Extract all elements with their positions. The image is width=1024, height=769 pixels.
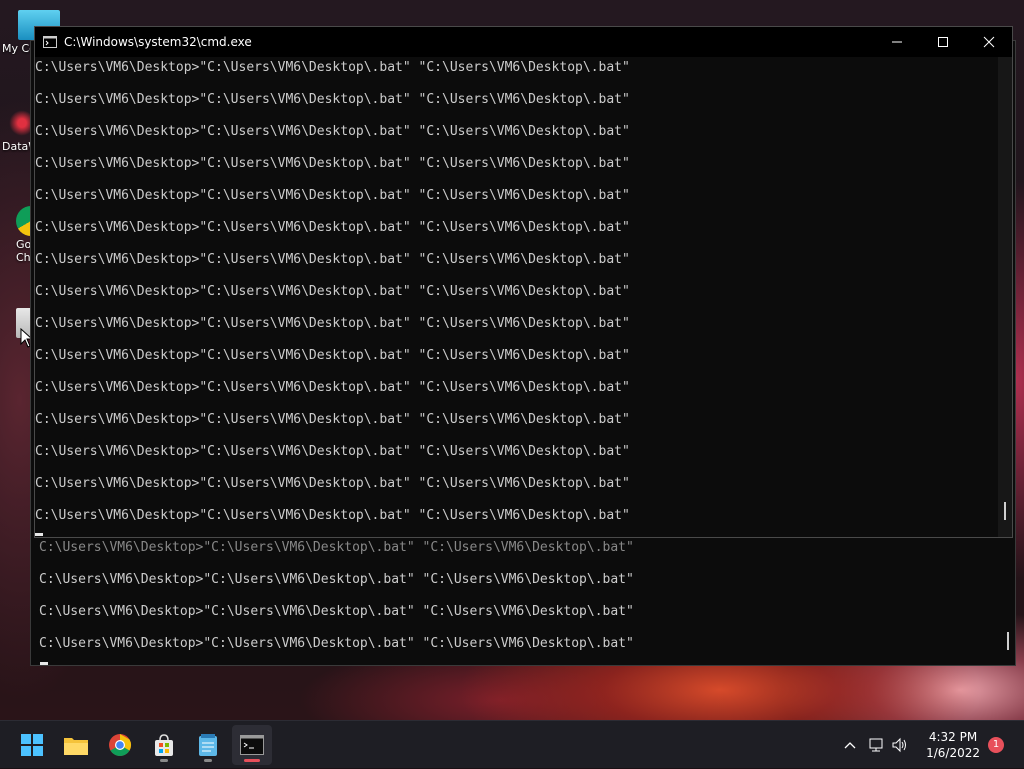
- console-line: C:\Users\VM6\Desktop>"C:\Users\VM6\Deskt…: [39, 540, 634, 555]
- console-line: C:\Users\VM6\Desktop>"C:\Users\VM6\Deskt…: [35, 60, 630, 75]
- taskbar-notepad[interactable]: [188, 725, 228, 765]
- close-icon: [983, 36, 995, 48]
- network-button[interactable]: [866, 735, 886, 755]
- store-icon: [155, 734, 173, 756]
- minimize-icon: [892, 41, 902, 43]
- window-title: C:\Windows\system32\cmd.exe: [64, 35, 252, 49]
- console-line: C:\Users\VM6\Desktop>"C:\Users\VM6\Deskt…: [39, 636, 634, 651]
- console-line: C:\Users\VM6\Desktop>"C:\Users\VM6\Deskt…: [35, 284, 630, 299]
- console-line: C:\Users\VM6\Desktop>"C:\Users\VM6\Deskt…: [35, 124, 630, 139]
- taskbar-store[interactable]: [144, 725, 184, 765]
- text-cursor: [35, 533, 43, 536]
- taskbar-chrome[interactable]: [100, 725, 140, 765]
- notepad-icon: [199, 734, 217, 756]
- notification-badge[interactable]: 1: [988, 737, 1004, 753]
- console-line: C:\Users\VM6\Desktop>"C:\Users\VM6\Deskt…: [35, 316, 630, 331]
- console-line: C:\Users\VM6\Desktop>"C:\Users\VM6\Deskt…: [35, 476, 630, 491]
- close-button[interactable]: [966, 27, 1012, 57]
- active-indicator: [244, 759, 260, 762]
- speaker-icon: [892, 737, 906, 753]
- vertical-scrollbar[interactable]: [998, 57, 1012, 537]
- title-bar[interactable]: C:\Windows\system32\cmd.exe: [35, 27, 1012, 57]
- cmd-icon: [240, 735, 264, 755]
- taskbar-cmd[interactable]: [232, 725, 272, 765]
- console-line: C:\Users\VM6\Desktop>"C:\Users\VM6\Deskt…: [39, 572, 634, 587]
- volume-button[interactable]: [890, 735, 910, 755]
- maximize-button[interactable]: [920, 27, 966, 57]
- minimize-button[interactable]: [874, 27, 920, 57]
- console-line: C:\Users\VM6\Desktop>"C:\Users\VM6\Deskt…: [35, 508, 630, 523]
- running-indicator: [204, 759, 212, 762]
- console-line: C:\Users\VM6\Desktop>"C:\Users\VM6\Deskt…: [35, 188, 630, 203]
- background-scrollbar-thumb[interactable]: [1007, 632, 1009, 650]
- console-line: C:\Users\VM6\Desktop>"C:\Users\VM6\Deskt…: [35, 444, 630, 459]
- clock[interactable]: 4:32 PM 1/6/2022: [926, 729, 980, 761]
- clock-time: 4:32 PM: [928, 730, 978, 744]
- background-console-output: C:\Users\VM6\Desktop>"C:\Users\VM6\Deskt…: [39, 540, 634, 668]
- clock-date: 1/6/2022: [926, 746, 980, 760]
- console-line: C:\Users\VM6\Desktop>"C:\Users\VM6\Deskt…: [35, 156, 630, 171]
- chrome-icon: [109, 734, 131, 756]
- console-line: C:\Users\VM6\Desktop>"C:\Users\VM6\Deskt…: [35, 412, 630, 427]
- console-line: C:\Users\VM6\Desktop>"C:\Users\VM6\Deskt…: [35, 380, 630, 395]
- taskbar-file-explorer[interactable]: [56, 725, 96, 765]
- start-button[interactable]: [12, 725, 52, 765]
- console-output: C:\Users\VM6\Desktop>"C:\Users\VM6\Deskt…: [35, 60, 630, 537]
- cmd-window[interactable]: C:\Windows\system32\cmd.exe C:\Users\VM6…: [34, 26, 1013, 538]
- network-icon: [869, 738, 883, 752]
- scrollbar-thumb[interactable]: [1004, 502, 1006, 520]
- system-tray: 4:32 PM 1/6/2022 1: [824, 721, 1024, 769]
- taskbar: 4:32 PM 1/6/2022 1: [0, 720, 1024, 768]
- windows-start-icon: [21, 734, 43, 756]
- console-line: C:\Users\VM6\Desktop>"C:\Users\VM6\Deskt…: [35, 92, 630, 107]
- text-cursor: [40, 662, 48, 665]
- maximize-icon: [938, 37, 948, 47]
- console-line: C:\Users\VM6\Desktop>"C:\Users\VM6\Deskt…: [35, 348, 630, 363]
- running-indicator: [160, 759, 168, 762]
- console-line: C:\Users\VM6\Desktop>"C:\Users\VM6\Deskt…: [35, 252, 630, 267]
- chevron-up-icon: [844, 742, 856, 749]
- show-hidden-icons-button[interactable]: [840, 735, 860, 755]
- console-line: C:\Users\VM6\Desktop>"C:\Users\VM6\Deskt…: [35, 220, 630, 235]
- console-line: C:\Users\VM6\Desktop>"C:\Users\VM6\Deskt…: [39, 604, 634, 619]
- cmd-icon: [43, 36, 57, 48]
- folder-icon: [64, 738, 88, 755]
